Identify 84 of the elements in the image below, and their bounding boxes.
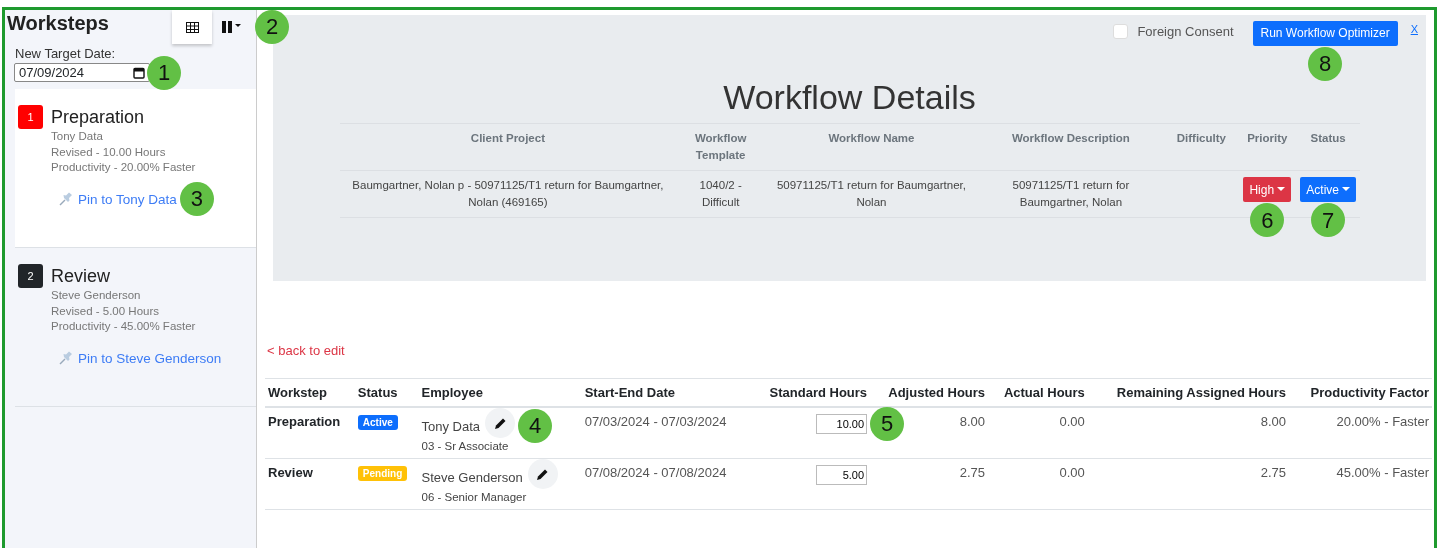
table-cell: 50971125/T1 return for Baumgartner, Nolan [1012,179,1130,208]
target-date-field[interactable]: 07/09/2024 [14,63,150,82]
pencil-icon [536,467,550,481]
callout-marker: 6 [1250,203,1285,237]
column-header: Remaining Assigned Hours [1116,385,1287,400]
column-header: Start-End Date [584,385,675,400]
standard-hours-input[interactable]: 5.00 [816,465,868,485]
table-cell: 8.00 [959,414,986,429]
column-header: Productivity Factor [1310,385,1429,400]
callout-marker: 1 [147,55,181,90]
column-header: Adjusted Hours [888,385,986,400]
step-revised-hours: Revised - 10.00 Hours [51,144,167,160]
grid-icon [185,21,199,33]
priority-dropdown[interactable]: High [1243,177,1292,202]
column-header: Client Project [470,132,545,144]
table-cell: 2.75 [959,465,986,480]
employee-name: Tony Data [421,418,481,434]
step-card[interactable]: 1 Preparation Tony Data Revised - 10.00 Hours Productivity - 20.00% Faster Pin to Tony Data 3 [15,89,256,248]
step-productivity: Productivity - 45.00% Faster [51,319,197,334]
table-cell: 0.00 [1059,414,1085,429]
callout-marker: 3 [179,182,214,216]
table-cell: 07/03/2024 - 07/03/2024 [584,414,727,429]
column-header: Difficulty [1176,132,1226,144]
pin-link[interactable]: Pin to Steve Genderson [78,350,222,366]
edit-button[interactable] [527,459,558,489]
table-cell: Review [268,465,313,480]
column-header: Workflow Template [694,132,747,161]
step-revised-hours: Revised - 5.00 Hours [51,303,161,319]
step-employee: Steve Genderson [51,288,142,303]
table-cell: 20.00% - Faster [1336,414,1429,429]
callout-marker: 8 [1308,46,1343,81]
column-header: Actual Hours [1003,385,1085,400]
pushpin-icon [59,192,74,206]
callout-marker: 7 [1311,203,1346,237]
table-cell: 8.00 [1260,414,1287,429]
standard-hours-input[interactable]: 10.00 [816,414,868,434]
column-header: Workflow Description [1011,132,1130,144]
step-number-badge: 2 [18,264,43,288]
close-link[interactable]: X [1410,23,1418,35]
foreign-consent-label: Foreign Consent [1137,23,1234,39]
step-employee: Tony Data [51,129,104,144]
edit-button[interactable] [485,408,516,438]
step-number-badge: 1 [18,105,43,129]
column-header: Workstep [268,385,327,400]
callout-marker: 5 [870,407,905,441]
employee-name: Steve Genderson [421,469,523,485]
foreign-consent-checkbox[interactable] [1113,23,1129,39]
status-badge: Pending [357,466,408,481]
run-optimizer-button[interactable]: Run Workflow Optimizer [1252,20,1398,46]
status-dropdown[interactable]: Active [1300,177,1356,202]
column-header: Status [1310,132,1346,144]
calendar-icon[interactable] [133,66,145,79]
table-cell: 07/08/2024 - 07/08/2024 [584,465,727,480]
grid-view-button[interactable] [172,10,212,44]
caret-icon [1342,187,1350,192]
table-cell: 0.00 [1059,465,1085,480]
caret-icon [1277,187,1286,192]
table-cell: 45.00% - Faster [1336,465,1429,480]
column-header: Priority [1247,132,1288,144]
column-header: Workflow Name [828,132,915,144]
callout-marker: 2 [255,10,289,44]
employee-role: 06 - Senior Manager [421,491,528,503]
column-header: Status [357,385,398,400]
column-header: Employee [421,385,483,400]
table-cell: 1040/2 - Difficult [699,179,742,208]
details-title: Workflow Details [722,78,977,117]
status-badge: Active [357,415,398,430]
table-cell: Baumgartner, Nolan p - 50971125/T1 return for Baumgartner, Nolan (469165) [352,179,664,208]
sidebar-title: Worksteps [7,12,109,35]
target-date-label: New Target Date: [15,46,117,61]
pencil-icon [493,416,507,430]
back-link[interactable]: < back to edit [267,343,1434,358]
pin-link[interactable]: Pin to Tony Data [78,191,177,207]
table-cell: 50971125/T1 return for Baumgartner, Nolan [776,179,966,208]
step-title: Review [51,265,111,287]
table-cell: Preparation [268,414,341,429]
pushpin-icon [59,351,74,365]
table-cell: 2.75 [1260,465,1287,480]
employee-role: 03 - Sr Associate [421,440,510,452]
step-title: Preparation [51,106,145,128]
columns-caret-icon [222,21,242,33]
callout-marker: 4 [518,409,553,443]
column-header: Standard Hours [769,385,868,400]
step-productivity: Productivity - 20.00% Faster [51,160,197,175]
